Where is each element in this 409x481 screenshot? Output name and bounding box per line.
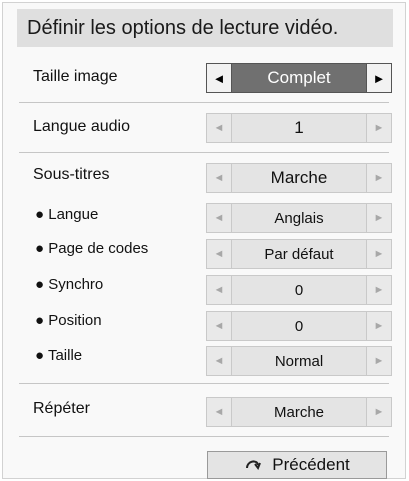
arrow-left-icon[interactable]: ◄	[206, 346, 232, 376]
position-value: 0	[232, 311, 366, 341]
arrow-right-icon[interactable]: ►	[366, 163, 392, 193]
arrow-right-icon[interactable]: ►	[366, 311, 392, 341]
arrow-right-icon[interactable]: ►	[366, 113, 392, 143]
arrow-right-icon[interactable]: ►	[366, 63, 392, 93]
synchro-value: 0	[232, 275, 366, 305]
row-label-synchro: ● Synchro	[35, 276, 104, 293]
taille-image-value: Complet	[232, 63, 366, 93]
arrow-left-icon[interactable]: ◄	[206, 203, 232, 233]
sous-titres-selector[interactable]: ◄ Marche ►	[206, 163, 392, 193]
arrow-left-icon[interactable]: ◄	[206, 163, 232, 193]
taille-value: Normal	[232, 346, 366, 376]
panel-title: Définir les options de lecture vidéo.	[17, 9, 393, 47]
divider	[19, 152, 389, 153]
langue-selector[interactable]: ◄ Anglais ►	[206, 203, 392, 233]
back-button[interactable]: Précédent	[207, 451, 387, 479]
arrow-right-icon[interactable]: ►	[366, 239, 392, 269]
arrow-right-icon[interactable]: ►	[366, 275, 392, 305]
divider	[19, 383, 389, 384]
arrow-left-icon[interactable]: ◄	[206, 113, 232, 143]
divider	[19, 102, 389, 103]
sous-titres-value: Marche	[232, 163, 366, 193]
langue-audio-selector[interactable]: ◄ 1 ►	[206, 113, 392, 143]
langue-value: Anglais	[232, 203, 366, 233]
row-label-taille-image: Taille image	[33, 68, 118, 85]
page-de-codes-value: Par défaut	[232, 239, 366, 269]
return-arrow-icon	[244, 455, 262, 475]
row-label-sous-titres: Sous-titres	[33, 166, 110, 183]
arrow-right-icon[interactable]: ►	[366, 397, 392, 427]
repeter-value: Marche	[232, 397, 366, 427]
arrow-left-icon[interactable]: ◄	[206, 397, 232, 427]
page-de-codes-selector[interactable]: ◄ Par défaut ►	[206, 239, 392, 269]
arrow-left-icon[interactable]: ◄	[206, 239, 232, 269]
row-label-taille: ● Taille	[35, 347, 83, 364]
row-label-repeter: Répéter	[33, 400, 90, 417]
arrow-left-icon[interactable]: ◄	[206, 63, 232, 93]
synchro-selector[interactable]: ◄ 0 ►	[206, 275, 392, 305]
divider	[19, 436, 389, 437]
taille-selector[interactable]: ◄ Normal ►	[206, 346, 392, 376]
back-button-label: Précédent	[272, 455, 350, 474]
row-label-langue-audio: Langue audio	[33, 118, 130, 135]
arrow-right-icon[interactable]: ►	[366, 203, 392, 233]
row-label-langue: ● Langue	[35, 206, 99, 223]
taille-image-selector[interactable]: ◄ Complet ►	[206, 63, 392, 93]
repeter-selector[interactable]: ◄ Marche ►	[206, 397, 392, 427]
arrow-left-icon[interactable]: ◄	[206, 275, 232, 305]
video-options-panel: Définir les options de lecture vidéo. Ta…	[2, 2, 406, 479]
arrow-left-icon[interactable]: ◄	[206, 311, 232, 341]
row-label-page-de-codes: ● Page de codes	[35, 240, 149, 257]
langue-audio-value: 1	[232, 113, 366, 143]
row-label-position: ● Position	[35, 312, 102, 329]
position-selector[interactable]: ◄ 0 ►	[206, 311, 392, 341]
arrow-right-icon[interactable]: ►	[366, 346, 392, 376]
